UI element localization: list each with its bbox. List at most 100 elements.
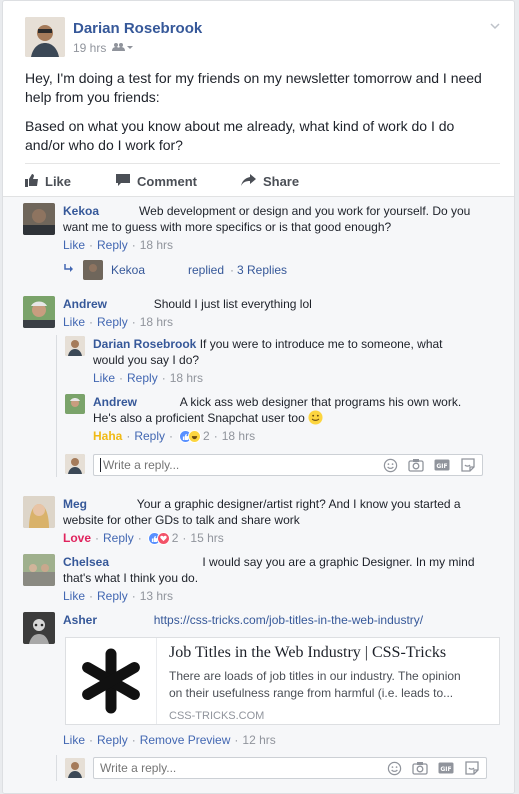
- smiley-emoji-icon: [308, 410, 323, 429]
- comment-author[interactable]: Kekoa: [63, 204, 99, 218]
- reply-box: GIF: [93, 454, 483, 476]
- comment-actions: Haha · Reply · 2 · 18 hrs: [93, 429, 256, 443]
- reply-input[interactable]: [100, 458, 343, 472]
- gif-icon[interactable]: GIF: [434, 457, 450, 473]
- thread-line: [56, 755, 57, 781]
- comment-time[interactable]: 18 hrs: [222, 429, 255, 443]
- haha-reaction-icon: [188, 429, 202, 443]
- reactions[interactable]: [147, 531, 170, 545]
- post-paragraph: Hey, I'm doing a test for my friends on …: [25, 70, 482, 105]
- love-reaction-icon: [156, 531, 170, 545]
- avatar: [65, 454, 85, 474]
- comment-time[interactable]: 15 hrs: [190, 531, 223, 545]
- comment-actions: Like · Reply · 18 hrs: [63, 238, 174, 252]
- avatar[interactable]: [65, 336, 85, 356]
- comment-actions: Like · Reply · Remove Preview · 12 hrs: [63, 733, 276, 747]
- like-link[interactable]: Like: [63, 315, 85, 329]
- share-button[interactable]: Share: [240, 171, 300, 191]
- post-time[interactable]: 19 hrs: [73, 41, 106, 55]
- avatar: [65, 758, 85, 778]
- avatar[interactable]: [23, 554, 55, 586]
- comment-author[interactable]: Andrew: [63, 297, 107, 311]
- asterisk-logo-icon: [66, 638, 157, 724]
- sticker-icon[interactable]: [464, 760, 480, 776]
- thumbs-up-icon: [25, 173, 39, 190]
- comment-time[interactable]: 18 hrs: [170, 371, 203, 385]
- comment-author[interactable]: Darian Rosebrook: [93, 337, 196, 351]
- reply-author[interactable]: Kekoa: [111, 263, 145, 277]
- emoji-icon[interactable]: [382, 457, 398, 473]
- comment-actions: Like · Reply · 18 hrs: [63, 315, 174, 329]
- avatar[interactable]: [23, 612, 55, 644]
- reply-link[interactable]: Reply: [127, 371, 158, 385]
- sticker-icon[interactable]: [460, 457, 476, 473]
- avatar[interactable]: [23, 296, 55, 328]
- comment-author[interactable]: Asher: [63, 613, 97, 627]
- svg-text:GIF: GIF: [440, 766, 451, 773]
- comment-link[interactable]: https://css-tricks.com/job-titles-in-the…: [154, 613, 423, 627]
- like-link[interactable]: Like: [93, 371, 115, 385]
- post-actions: Like Comment Share: [25, 171, 343, 191]
- like-link[interactable]: Like: [63, 238, 85, 252]
- comment-text: Should I just list everything lol: [153, 297, 312, 311]
- reply-link[interactable]: Reply: [97, 238, 128, 252]
- chevron-down-icon[interactable]: [490, 19, 500, 30]
- reply-link[interactable]: Reply: [103, 531, 134, 545]
- avatar[interactable]: [23, 203, 55, 235]
- camera-icon[interactable]: [408, 457, 424, 473]
- emoji-icon[interactable]: [386, 760, 402, 776]
- reply-link[interactable]: Reply: [97, 589, 128, 603]
- like-button[interactable]: Like: [25, 171, 71, 191]
- comment-time[interactable]: 13 hrs: [140, 589, 173, 603]
- replies-count[interactable]: 3 Replies: [237, 263, 287, 277]
- post-card: Darian Rosebrook 19 hrs Hey, I'm doing a…: [2, 0, 515, 794]
- comment-text: A kick ass web designer that programs hi…: [93, 395, 462, 425]
- link-site: CSS-TRICKS.COM: [169, 710, 265, 722]
- like-link[interactable]: Like: [63, 589, 85, 603]
- post-meta: 19 hrs: [73, 41, 134, 55]
- audience-icon[interactable]: [112, 41, 134, 55]
- share-icon: [240, 173, 257, 190]
- divider: [25, 163, 500, 164]
- author-name[interactable]: Darian Rosebrook: [73, 20, 202, 37]
- comment-author[interactable]: Chelsea: [63, 555, 109, 569]
- haha-link[interactable]: Haha: [93, 429, 122, 443]
- like-link[interactable]: Like: [63, 733, 85, 747]
- remove-preview-link[interactable]: Remove Preview: [140, 733, 231, 747]
- thread-line: [56, 335, 57, 477]
- reply-link[interactable]: Reply: [97, 315, 128, 329]
- reply-link[interactable]: Reply: [134, 429, 165, 443]
- comment-button[interactable]: Comment: [115, 171, 197, 191]
- svg-text:GIF: GIF: [436, 463, 447, 470]
- comment-time[interactable]: 18 hrs: [140, 315, 173, 329]
- replies-summary[interactable]: Kekoa replied · 3 Replies: [63, 260, 363, 280]
- reply-input[interactable]: [100, 761, 340, 775]
- comment-author[interactable]: Meg: [63, 497, 87, 511]
- reaction-count[interactable]: 2: [203, 429, 210, 443]
- comment-text: Web development or design and you work f…: [63, 204, 471, 234]
- reaction-count[interactable]: 2: [172, 531, 179, 545]
- reactions[interactable]: [179, 429, 202, 443]
- camera-icon[interactable]: [412, 760, 428, 776]
- comment-author[interactable]: Andrew: [93, 395, 137, 409]
- reply-link[interactable]: Reply: [97, 733, 128, 747]
- like-label: Like: [45, 173, 72, 189]
- avatar: [83, 260, 103, 280]
- reply-arrow-icon: [63, 263, 75, 277]
- avatar[interactable]: [23, 496, 55, 528]
- comment-actions: Like · Reply · 18 hrs: [93, 371, 204, 385]
- comment-time[interactable]: 18 hrs: [140, 238, 173, 252]
- comment-label: Comment: [137, 173, 197, 189]
- author-avatar[interactable]: [25, 17, 65, 57]
- link-title[interactable]: Job Titles in the Web Industry | CSS-Tri…: [169, 644, 446, 662]
- love-link[interactable]: Love: [63, 531, 91, 545]
- avatar[interactable]: [65, 394, 85, 414]
- comment-text: I would say you are a graphic Designer. …: [63, 555, 475, 585]
- share-label: Share: [262, 173, 300, 189]
- gif-icon[interactable]: GIF: [438, 760, 454, 776]
- link-preview[interactable]: Job Titles in the Web Industry | CSS-Tri…: [65, 637, 500, 725]
- comment-time[interactable]: 12 hrs: [242, 733, 275, 747]
- comment-text: Your a graphic designer/artist right? An…: [63, 497, 461, 527]
- comment-actions: Love · Reply · 2 · 15 hrs: [63, 531, 224, 545]
- post-body: Hey, I'm doing a test for my friends on …: [25, 69, 495, 165]
